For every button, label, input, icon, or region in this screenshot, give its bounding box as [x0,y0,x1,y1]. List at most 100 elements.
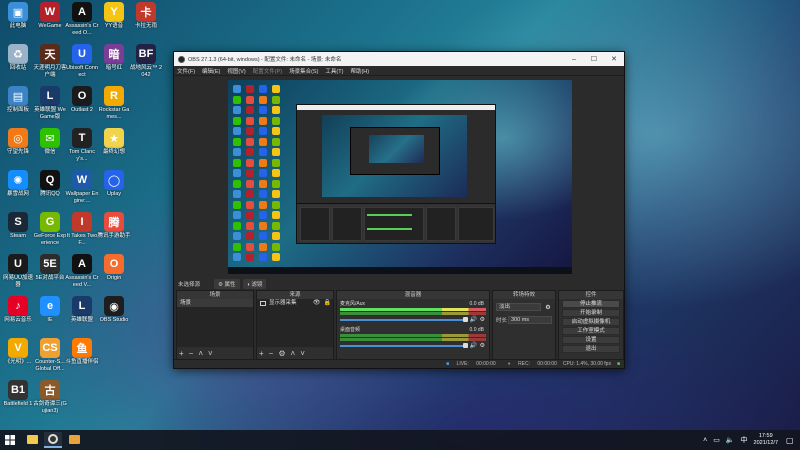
desktop-icon[interactable]: A Assassin's Creed V... [65,254,99,294]
source-up-icon[interactable]: ˄ [291,349,296,358]
taskbar-app-explorer[interactable] [23,432,41,448]
menu-help[interactable]: 帮助(H) [350,67,369,75]
menu-scene-collection[interactable]: 场景集合(S) [289,67,318,75]
desktop-icon[interactable]: ▣ 此电脑 [1,2,35,42]
taskbar: ˄ ▭ 🔈 中 17:59 2021/12/7 ▢ [0,430,800,450]
exit-button[interactable]: 退出 [562,345,620,353]
desktop-icon[interactable]: Y YY语音 [97,2,131,42]
desktop-icon[interactable]: U Ubisoft Connect [65,44,99,84]
desktop-icon-label: 守望先锋 [6,149,29,155]
desktop-icon[interactable]: ◎ 守望先锋 [1,128,35,168]
desktop-icon[interactable]: U 网易UU加速器 [1,254,35,294]
desktop-icon[interactable]: O Origin [97,254,131,294]
scene-item[interactable]: 场景 [177,299,253,307]
desktop-icon[interactable]: L 英雄联盟 WeGame版 [33,86,67,126]
start-button[interactable] [0,430,20,450]
preview-canvas[interactable] [228,80,572,274]
desktop-icon[interactable]: ♪ 网易云音乐 [1,296,35,336]
mic-volume-slider[interactable]: 🔊 ⚙ [340,316,486,323]
menu-file[interactable]: 文件(F) [177,67,195,75]
desktop-icon[interactable]: Q 腾讯QQ [33,170,67,210]
desktop-icon[interactable]: 卡卡拉无雨 [129,2,163,42]
desktop-icon[interactable]: ✺ 暴雪战网 [1,170,35,210]
desktop-icon[interactable]: 暗暗号红 [97,44,131,84]
obs-window-title: OBS 27.1.3 (64-bit, windows) - 配置文件: 未命名… [188,57,342,63]
duration-input[interactable]: 300 ms [508,316,552,324]
transition-select[interactable]: 淡出 [496,303,541,311]
move-up-icon[interactable]: ˄ [198,349,203,358]
settings-button[interactable]: 设置 [562,336,620,344]
source-item[interactable]: 显示器采集 👁 🔒 [257,299,333,307]
desktop-icon[interactable]: BF 战地风云™ 2042 [129,44,163,84]
desktop-icon[interactable]: 古古剑奇谭三(Gujian3) [33,380,67,420]
minimize-icon[interactable]: – [564,56,584,63]
close-icon[interactable]: ✕ [604,55,624,63]
desktop-icon[interactable]: 5E 5E对战平台 [33,254,67,294]
gear-icon[interactable]: ⚙ [480,342,485,349]
input-language[interactable]: 中 [741,435,748,445]
desktop-icon[interactable]: W Wallpaper Engine:... [65,170,99,210]
menu-view[interactable]: 视图(V) [227,67,245,75]
clock[interactable]: 17:59 2021/12/7 [754,433,778,447]
desktop-icon[interactable]: CS Counter-S... Global Off... [33,338,67,378]
desktop-icon[interactable]: S Steam [1,212,35,252]
menu-profile[interactable]: 配置文件(P) [253,67,282,75]
notification-icon[interactable]: ▢ [786,436,796,445]
desktop-icon[interactable]: ▤ 控制面板 [1,86,35,126]
desktop-icon[interactable]: ◯ Uplay [97,170,131,210]
menu-tools[interactable]: 工具(T) [325,67,343,75]
desktop-icon[interactable]: ♻ 回收站 [1,44,35,84]
mic-level-meter-2 [340,312,486,315]
desktop-icon[interactable]: 天天涯明月刀客户端 [33,44,67,84]
mic-db-value: 0.0 dB [469,301,484,307]
filters-button[interactable]: ◑ 滤镜 [242,279,267,289]
preview-mini-icon [259,221,267,230]
speaker-icon[interactable]: 🔊 [470,342,477,349]
stop-streaming-button[interactable]: 停止推流 [562,300,620,308]
obs-titlebar[interactable]: OBS 27.1.3 (64-bit, windows) - 配置文件: 未命名… [174,52,624,66]
transition-settings-icon[interactable]: ⚙ [544,304,552,311]
desktop-icon[interactable]: W WeGame [33,2,67,42]
add-source-icon[interactable]: + [259,349,264,358]
virtual-camera-button[interactable]: 启动虚拟摄像机 [562,318,620,326]
desktop-icon[interactable]: 鱼斗鱼直播伴侣 [65,338,99,378]
desktop-icon[interactable]: A Assassin's Creed O... [65,2,99,42]
menu-edit[interactable]: 编辑(E) [202,67,220,75]
start-recording-button[interactable]: 开始录制 [562,309,620,317]
source-settings-icon[interactable]: ⚙ [278,349,285,358]
speaker-icon[interactable]: 🔊 [470,316,477,323]
chevron-up-icon[interactable]: ˄ [703,437,707,444]
desktop-icon[interactable]: B1 Battlefield 1 [1,380,35,420]
visibility-eye-icon[interactable]: 👁 [313,299,321,307]
taskbar-app-files[interactable] [65,432,83,448]
desktop-icon[interactable]: e IE [33,296,67,336]
volume-icon[interactable]: 🔈 [726,436,735,444]
studio-mode-button[interactable]: 工作室模式 [562,327,620,335]
taskbar-app-obs[interactable] [44,432,62,448]
add-scene-icon[interactable]: + [179,349,184,358]
desktop-icon[interactable]: L 英雄联盟 [65,296,99,336]
desktop-icon[interactable]: R Rockstar Games... [97,86,131,126]
desktop-icon[interactable]: T Tom Clancy's... [65,128,99,168]
desktop-icon[interactable]: ◉ OBS Studio [97,296,131,336]
desktop-volume-slider[interactable]: 🔊 ⚙ [340,342,486,349]
remove-scene-icon[interactable]: − [189,349,194,358]
move-down-icon[interactable]: ˅ [208,349,213,358]
gear-icon[interactable]: ⚙ [480,316,485,323]
properties-button[interactable]: ⚙ 属性 [214,279,240,289]
lock-icon[interactable]: 🔒 [324,299,331,307]
desktop-icon-label: Rockstar Games... [98,107,130,120]
desktop-icon[interactable]: I It Takes Two F... [65,212,99,252]
remove-source-icon[interactable]: − [269,349,274,358]
preview-mini-icon [246,169,254,177]
desktop-icon-label: WeGame [38,23,62,29]
desktop-icon[interactable]: V 《光明》... [1,338,35,378]
desktop-icon[interactable]: ★ 最终幻想 [97,128,131,168]
desktop-icon[interactable]: O Outlast 2 [65,86,99,126]
desktop-icon[interactable]: G GeForce Experience [33,212,67,252]
desktop-icon[interactable]: ✉ 微信 [33,128,67,168]
source-down-icon[interactable]: ˅ [300,349,305,358]
maximize-icon[interactable]: ☐ [584,55,604,63]
network-icon[interactable]: ▭ [713,436,720,444]
desktop-icon[interactable]: 腾腾讯手游助手 [97,212,131,252]
